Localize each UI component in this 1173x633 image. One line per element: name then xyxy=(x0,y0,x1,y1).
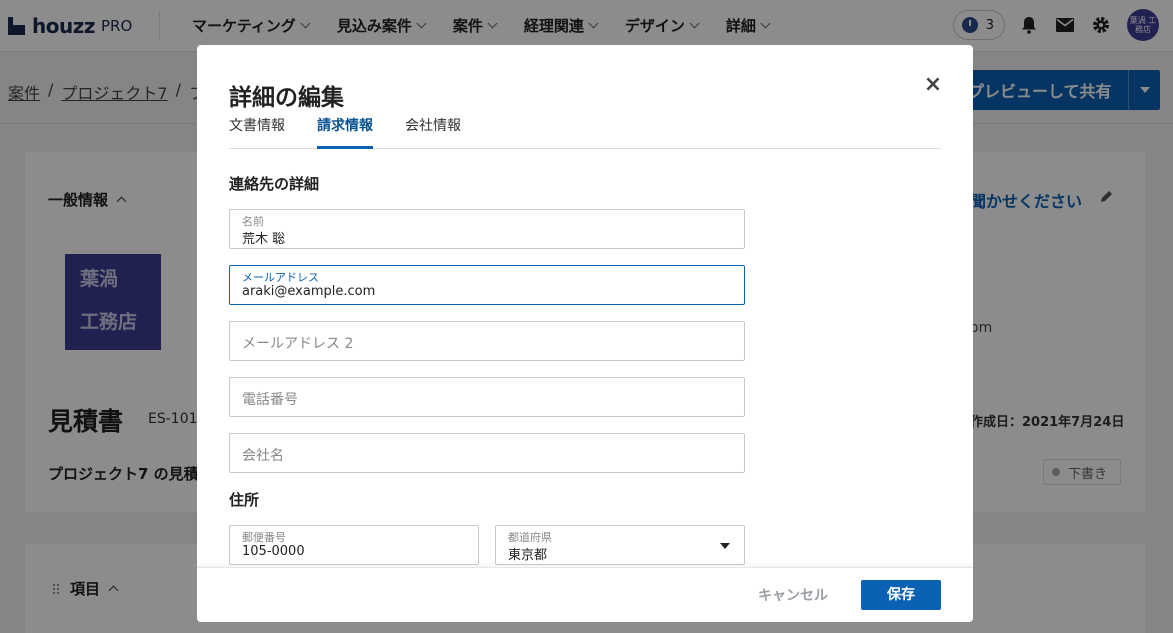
email2-placeholder: メールアドレス 2 xyxy=(242,336,354,352)
company-name-placeholder: 会社名 xyxy=(242,448,284,464)
close-icon[interactable]: × xyxy=(921,73,945,97)
dialog-footer: キャンセル 保存 xyxy=(197,567,973,622)
email-field-label: メールアドレス xyxy=(242,271,319,284)
name-field[interactable]: 名前 荒木 聡 xyxy=(229,209,745,249)
contact-details-heading: 連絡先の詳細 xyxy=(229,175,320,193)
save-button[interactable]: 保存 xyxy=(861,580,941,610)
tab-company-info[interactable]: 会社情報 xyxy=(405,117,461,149)
tab-billing-info[interactable]: 請求情報 xyxy=(317,117,373,149)
name-field-label: 名前 xyxy=(242,215,264,228)
company-name-field[interactable]: 会社名 xyxy=(229,433,745,473)
email-field[interactable]: メールアドレス araki@example.com xyxy=(229,265,745,305)
address-heading: 住所 xyxy=(229,491,260,509)
postal-code-label: 郵便番号 xyxy=(242,531,286,544)
dialog-title: 詳細の編集 xyxy=(229,85,344,111)
postal-code-field[interactable]: 郵便番号 105-0000 xyxy=(229,525,479,565)
edit-details-dialog: 詳細の編集 × 文書情報 請求情報 会社情報 連絡先の詳細 名前 荒木 聡 メー… xyxy=(197,45,973,622)
email2-field[interactable]: メールアドレス 2 xyxy=(229,321,745,361)
tab-document-info[interactable]: 文書情報 xyxy=(229,117,285,149)
prefecture-select[interactable]: 都道府県 東京都 xyxy=(495,525,745,565)
postal-code-value: 105-0000 xyxy=(242,544,305,559)
phone-field[interactable]: 電話番号 xyxy=(229,377,745,417)
email-field-value: araki@example.com xyxy=(242,284,376,299)
prefecture-label: 都道府県 xyxy=(508,531,552,544)
dropdown-caret-icon xyxy=(720,543,730,549)
name-field-value: 荒木 聡 xyxy=(242,232,286,247)
phone-placeholder: 電話番号 xyxy=(242,392,298,408)
dialog-tabs: 文書情報 請求情報 会社情報 xyxy=(229,117,941,149)
prefecture-value: 東京都 xyxy=(508,548,548,563)
cancel-button[interactable]: キャンセル xyxy=(745,581,841,611)
